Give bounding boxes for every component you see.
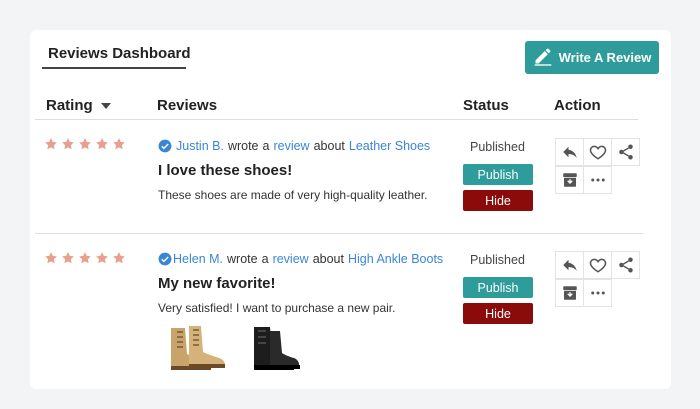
column-header-status: Status [463,97,509,114]
more-horizontal-icon [590,178,605,182]
byline-wrote: wrote [227,139,259,153]
more-options-button[interactable] [583,279,612,307]
reply-button[interactable] [555,138,584,166]
star-icon [62,138,74,150]
share-button[interactable] [611,251,640,279]
page-title: Reviews Dashboard [48,45,191,62]
review-byline: Justin B. wrote a review about Leather S… [158,139,434,153]
heart-icon [589,145,606,160]
column-header-reviews: Reviews [157,97,218,114]
review-body: These shoes are made of very high-qualit… [158,188,428,202]
product-link[interactable]: High Ankle Boots [348,252,443,266]
archive-button[interactable] [555,166,584,194]
star-icon [45,138,57,150]
share-icon [618,144,633,160]
review-byline: Helen M. wrote a review about High Ankle… [158,252,447,266]
status-label: Published [470,253,525,267]
favorite-button[interactable] [583,251,612,279]
share-button[interactable] [611,138,640,166]
publish-button[interactable]: Publish [463,277,533,298]
review-link[interactable]: review [273,252,309,266]
reply-button[interactable] [555,251,584,279]
share-icon [618,257,633,273]
verified-check-icon [158,139,172,153]
star-icon [62,252,74,264]
star-icon [96,138,108,150]
byline-a: a [261,252,269,266]
author-link[interactable]: Helen M. [173,252,223,266]
reviews-card [30,30,671,389]
star-rating [44,251,126,265]
sort-caret-icon [100,103,111,109]
row-divider [35,233,643,234]
archive-icon [562,173,577,187]
byline-about: about [312,252,344,266]
review-title: My new favorite! [158,275,276,292]
column-rating-label: Rating [46,97,93,114]
black-boot-image[interactable] [248,323,306,375]
hide-button[interactable]: Hide [463,303,533,324]
star-icon [79,252,91,264]
byline-a: a [262,139,270,153]
title-underline [42,67,186,69]
more-options-button[interactable] [583,166,612,194]
byline-about: about [313,139,345,153]
byline-wrote: wrote [227,252,258,266]
header-divider [35,119,638,120]
column-header-rating[interactable]: Rating [46,97,111,114]
review-link[interactable]: review [273,139,309,153]
pencil-icon [533,46,553,69]
write-review-label: Write A Review [558,50,652,65]
product-link[interactable]: Leather Shoes [349,139,430,153]
star-icon [96,252,108,264]
favorite-button[interactable] [583,138,612,166]
star-icon [79,138,91,150]
hide-button[interactable]: Hide [463,190,533,211]
status-label: Published [470,140,525,154]
verified-check-icon [158,252,172,266]
more-horizontal-icon [590,291,605,295]
review-body: Very satisfied! I want to purchase a new… [158,301,396,315]
reply-icon [562,259,577,271]
star-icon [113,138,125,150]
author-link[interactable]: Justin B. [176,139,224,153]
tan-boot-image[interactable] [163,324,229,374]
publish-button[interactable]: Publish [463,164,533,185]
archive-icon [562,286,577,300]
heart-icon [589,258,606,273]
write-review-button[interactable]: Write A Review [525,41,659,74]
reply-icon [562,146,577,158]
archive-button[interactable] [555,279,584,307]
column-header-action: Action [554,97,601,114]
star-icon [113,252,125,264]
review-title: I love these shoes! [158,162,293,179]
star-rating [44,137,126,151]
star-icon [45,252,57,264]
